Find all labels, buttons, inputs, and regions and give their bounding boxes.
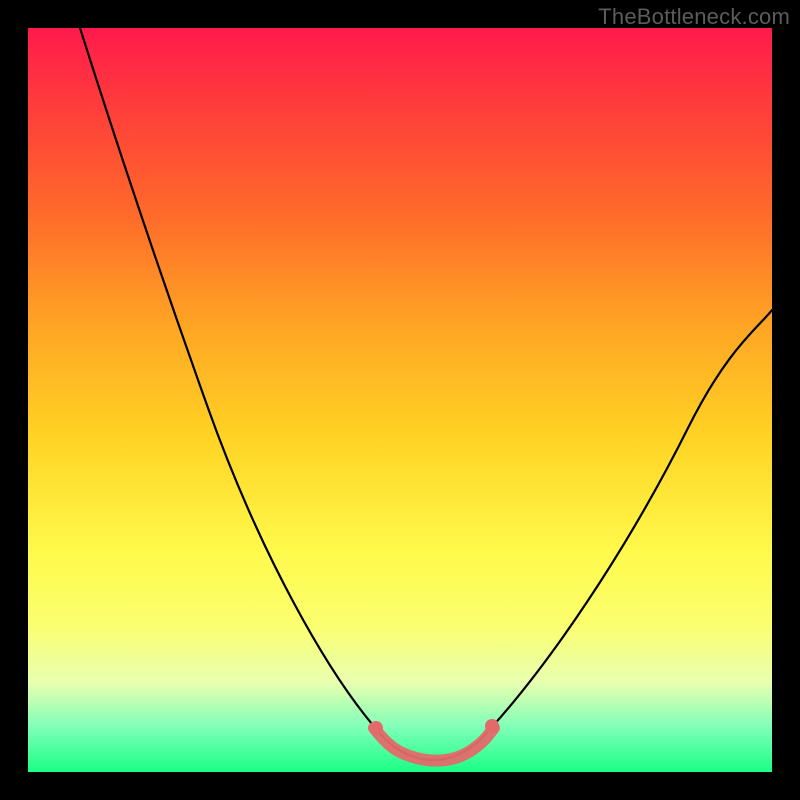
highlight-dot-right (485, 719, 499, 733)
plot-area (28, 28, 772, 772)
curve-highlight-segment (374, 728, 494, 761)
curve-left-branch (80, 28, 386, 740)
chart-frame: TheBottleneck.com (0, 0, 800, 800)
watermark-text: TheBottleneck.com (598, 4, 790, 30)
curve-right-branch (480, 310, 772, 740)
highlight-dot-left (369, 721, 383, 735)
bottleneck-curve (28, 28, 772, 772)
